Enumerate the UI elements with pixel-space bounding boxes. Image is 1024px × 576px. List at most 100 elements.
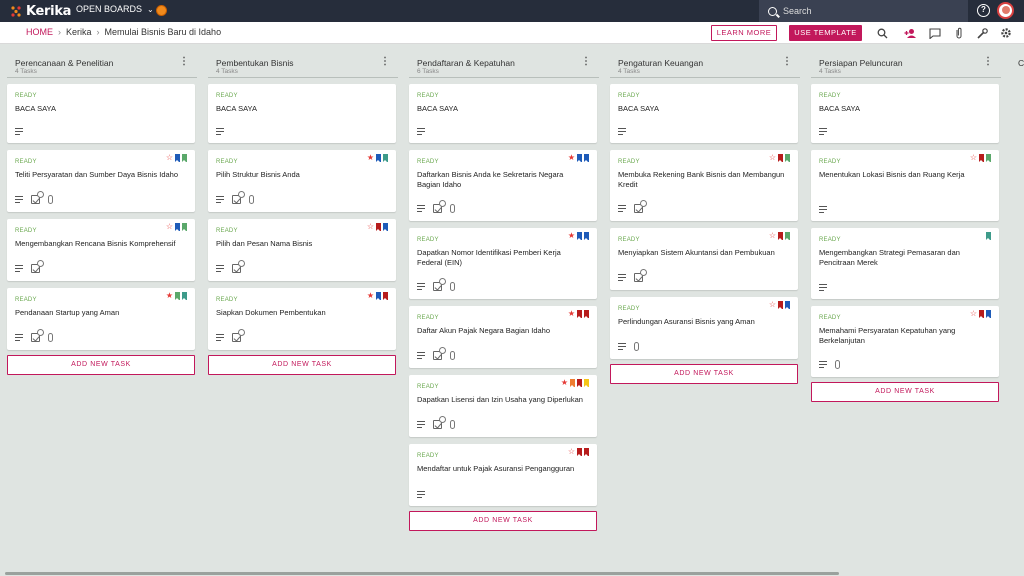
card-indicators	[618, 200, 647, 213]
search-input[interactable]: Search	[759, 0, 968, 22]
star-outline-icon[interactable]: ☆	[769, 154, 776, 162]
star-outline-icon[interactable]: ☆	[166, 223, 173, 231]
column-title[interactable]: Pembentukan Bisnis	[216, 58, 294, 68]
task-title: Dapatkan Lisensi dan Izin Usaha yang Dip…	[417, 395, 583, 404]
add-new-task-button[interactable]: ADD NEW TASK	[7, 355, 195, 375]
task-card[interactable]: READY ★ Daftar Akun Pajak Negara Bagian Id…	[409, 306, 597, 368]
task-card[interactable]: READY ★ Dapatkan Lisensi dan Izin Usaha ya…	[409, 375, 597, 437]
top-bar: Kerika OPEN BOARDS ⌄ Search ?	[0, 0, 1024, 22]
add-new-task-button[interactable]: ADD NEW TASK	[409, 511, 597, 531]
card-flags: ☆	[166, 154, 187, 162]
star-outline-icon[interactable]: ☆	[970, 154, 977, 162]
more-vert-icon[interactable]: ⋮	[983, 57, 993, 67]
task-card[interactable]: READY ★ Pilih Struktur Bisnis Anda	[208, 150, 396, 212]
checklist-icon	[232, 329, 245, 342]
avatar[interactable]	[997, 2, 1014, 19]
task-card[interactable]: READY ☆ Mengembangkan Rencana Bisnis Kompr…	[7, 219, 195, 281]
task-card[interactable]: READY ☆ Mendaftar untuk Pajak Asuransi Pen…	[409, 444, 597, 506]
star-icon[interactable]: ★	[568, 154, 575, 162]
star-icon[interactable]: ★	[568, 232, 575, 240]
star-outline-icon[interactable]: ☆	[970, 310, 977, 318]
card-indicators	[819, 128, 827, 135]
description-icon	[819, 128, 827, 135]
card-indicators	[417, 347, 455, 360]
star-icon[interactable]: ★	[568, 310, 575, 318]
tools-icon[interactable]	[975, 26, 989, 40]
basketball-icon[interactable]	[156, 5, 167, 16]
task-card[interactable]: READY ★ Siapkan Dokumen Pembentukan	[208, 288, 396, 350]
task-card[interactable]: READY ☆ Teliti Persyaratan dan Sumber Daya…	[7, 150, 195, 212]
task-card[interactable]: READY BACA SAYA	[7, 84, 195, 143]
search-icon[interactable]	[875, 26, 889, 40]
chevron-down-icon: ⌄	[147, 4, 154, 14]
card-flags: ★	[568, 310, 589, 318]
more-vert-icon[interactable]: ⋮	[179, 57, 189, 67]
task-card[interactable]: READY ★ Dapatkan Nomor Identifikasi Pember…	[409, 228, 597, 299]
task-card[interactable]: READY BACA SAYA	[409, 84, 597, 143]
breadcrumb: HOME › Kerika › Memulai Bisnis Baru di I…	[26, 27, 221, 37]
learn-more-button[interactable]: LEARN MORE	[711, 25, 777, 41]
status-badge: READY	[417, 384, 439, 390]
description-icon	[15, 265, 23, 272]
task-card[interactable]: READY ☆ Memahami Persyaratan Kepatuhan yan…	[811, 306, 999, 377]
star-icon[interactable]: ★	[367, 154, 374, 162]
attachment-icon	[48, 195, 53, 204]
task-card[interactable]: READY BACA SAYA	[610, 84, 798, 143]
add-new-task-button[interactable]: ADD NEW TASK	[208, 355, 396, 375]
attachment-icon[interactable]	[952, 26, 966, 40]
gear-icon[interactable]	[999, 26, 1013, 40]
column-title[interactable]: Persiapan Peluncuran	[819, 58, 903, 68]
kerika-logo[interactable]: Kerika	[10, 3, 71, 19]
more-vert-icon[interactable]: ⋮	[581, 57, 591, 67]
status-badge: READY	[417, 159, 439, 165]
task-card[interactable]: READY ★ Pendanaan Startup yang Aman	[7, 288, 195, 350]
task-card[interactable]: READY BACA SAYA	[811, 84, 999, 143]
task-card[interactable]: READY ☆ Menentukan Lokasi Bisnis dan Ruang…	[811, 150, 999, 221]
column-title[interactable]: Perencanaan & Penelitian	[15, 58, 113, 68]
add-new-task-button[interactable]: ADD NEW TASK	[811, 382, 999, 402]
task-card[interactable]: READY ☆ Pilih dan Pesan Nama Bisnis	[208, 219, 396, 281]
task-card[interactable]: READY ★ Daftarkan Bisnis Anda ke Sekretari…	[409, 150, 597, 221]
tag-bookmark-icon	[182, 223, 187, 231]
column-title[interactable]: Pengaturan Keuangan	[618, 58, 703, 68]
horizontal-scrollbar[interactable]	[5, 572, 839, 575]
card-flags: ☆	[367, 223, 388, 231]
task-title: Pilih dan Pesan Nama Bisnis	[216, 239, 313, 248]
task-card[interactable]: READY ☆ Perlindungan Asuransi Bisnis yang …	[610, 297, 798, 359]
star-outline-icon[interactable]: ☆	[166, 154, 173, 162]
star-outline-icon[interactable]: ☆	[568, 448, 575, 456]
more-vert-icon[interactable]: ⋮	[380, 57, 390, 67]
task-title: Daftar Akun Pajak Negara Bagian Idaho	[417, 326, 551, 335]
card-indicators	[819, 284, 827, 291]
card-indicators	[819, 206, 827, 213]
card-flags: ☆	[769, 154, 790, 162]
column-task-count: 4 Tasks	[618, 68, 640, 75]
breadcrumb-org[interactable]: Kerika	[66, 27, 92, 37]
attachment-icon	[450, 351, 455, 360]
star-icon[interactable]: ★	[367, 292, 374, 300]
card-indicators	[15, 329, 53, 342]
column-title[interactable]: Pendaftaran & Kepatuhan	[417, 58, 515, 68]
add-person-icon[interactable]	[903, 26, 917, 40]
more-vert-icon[interactable]: ⋮	[782, 57, 792, 67]
help-icon[interactable]: ?	[977, 4, 990, 17]
task-card[interactable]: READY ☆ Menyiapkan Sistem Akuntansi dan Pe…	[610, 228, 798, 290]
star-icon[interactable]: ★	[561, 379, 568, 387]
task-card[interactable]: READY Mengembangkan Strategi Pemasaran da…	[811, 228, 999, 299]
star-outline-icon[interactable]: ☆	[367, 223, 374, 231]
add-new-task-button[interactable]: ADD NEW TASK	[610, 364, 798, 384]
checklist-icon	[634, 269, 647, 282]
star-icon[interactable]: ★	[166, 292, 173, 300]
status-badge: READY	[15, 228, 37, 234]
task-card[interactable]: READY BACA SAYA	[208, 84, 396, 143]
status-badge: READY	[216, 159, 238, 165]
breadcrumb-home[interactable]: HOME	[26, 27, 53, 37]
use-template-button[interactable]: USE TEMPLATE	[789, 25, 862, 41]
chat-icon[interactable]	[928, 26, 942, 40]
tag-bookmark-icon	[175, 154, 180, 162]
open-boards-menu[interactable]: OPEN BOARDS ⌄	[76, 4, 154, 14]
star-outline-icon[interactable]: ☆	[769, 232, 776, 240]
column-header: Perencanaan & Penelitian 4 Tasks ⋮	[7, 52, 197, 78]
task-card[interactable]: READY ☆ Membuka Rekening Bank Bisnis dan M…	[610, 150, 798, 221]
star-outline-icon[interactable]: ☆	[769, 301, 776, 309]
